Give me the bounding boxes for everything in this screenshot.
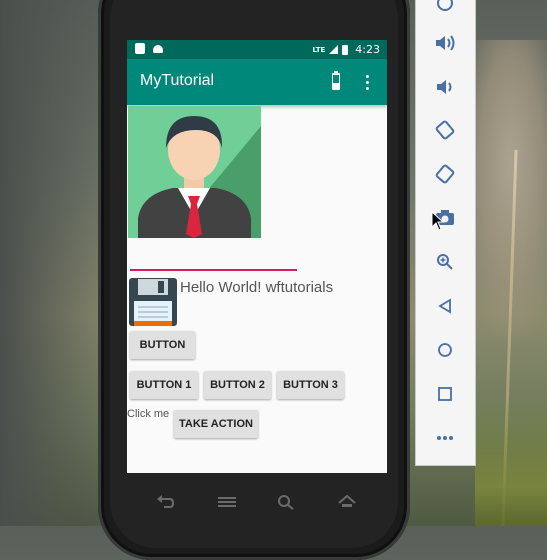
lte-label: LTE <box>312 45 326 54</box>
accent-line <box>130 269 297 271</box>
avatar-image <box>128 106 261 238</box>
back-icon[interactable] <box>433 294 457 318</box>
button-1[interactable]: BUTTON 1 <box>130 371 198 399</box>
rotate-left-icon[interactable] <box>433 118 457 142</box>
mouse-cursor <box>431 211 445 231</box>
volume-up-icon[interactable] <box>433 31 457 55</box>
app-bar: MyTutorial <box>127 59 387 105</box>
hardware-search-icon[interactable] <box>277 494 295 510</box>
emulator-toolbar <box>415 0 476 466</box>
zoom-icon[interactable] <box>433 250 457 274</box>
battery-action-icon[interactable] <box>332 71 340 90</box>
volume-down-icon[interactable] <box>433 75 457 99</box>
sd-card-icon <box>135 43 145 54</box>
power-icon[interactable] <box>433 0 457 15</box>
status-bar: LTE 4:23 <box>127 40 387 59</box>
take-action-button[interactable]: TAKE ACTION <box>174 410 258 438</box>
hello-text: Hello World! wftutorials <box>180 279 334 296</box>
overview-icon[interactable] <box>433 382 457 406</box>
background-grass <box>475 396 547 526</box>
overflow-menu-icon[interactable] <box>366 75 370 91</box>
button-3[interactable]: BUTTON 3 <box>277 371 344 399</box>
android-icon <box>153 45 163 53</box>
hardware-home-icon[interactable] <box>337 494 357 510</box>
hardware-menu-icon[interactable] <box>216 494 238 510</box>
rotate-right-icon[interactable] <box>433 162 457 186</box>
click-me-label: Click me <box>127 408 170 420</box>
main-button[interactable]: BUTTON <box>130 331 195 359</box>
floppy-disk-icon <box>128 277 178 327</box>
clock: 4:23 <box>355 43 380 56</box>
signal-icon <box>329 45 339 54</box>
home-icon[interactable] <box>433 338 457 362</box>
device-screen[interactable]: LTE 4:23 MyTutorial Hello World! wftutor… <box>127 40 387 473</box>
more-icon[interactable] <box>433 426 457 450</box>
app-title: MyTutorial <box>140 72 215 89</box>
button-2[interactable]: BUTTON 2 <box>204 371 271 399</box>
hardware-back-icon[interactable] <box>155 494 175 510</box>
battery-icon <box>342 44 349 55</box>
